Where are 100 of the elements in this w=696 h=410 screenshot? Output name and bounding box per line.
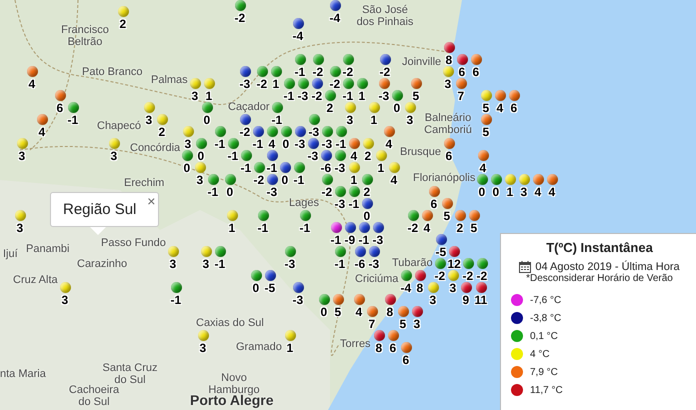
- temperature-label: -1: [214, 258, 226, 270]
- calendar-icon: [519, 261, 532, 273]
- temperature-label: -1: [170, 294, 182, 306]
- temperature-label: 6: [56, 102, 64, 114]
- legend-label: -7,6 °C: [530, 294, 562, 306]
- place-label: nta Maria: [0, 368, 46, 380]
- temperature-label: 6: [458, 66, 466, 78]
- temperature-label: -1: [258, 222, 268, 234]
- temperature-label: 3: [450, 282, 456, 294]
- temperature-label: 6: [446, 150, 452, 162]
- temperature-label: -1: [294, 66, 306, 78]
- temperature-label: 8: [376, 342, 382, 354]
- temperature-label: 1: [506, 186, 514, 198]
- temperature-label: 4: [534, 186, 542, 198]
- temperature-label: 3: [16, 222, 24, 234]
- temperature-label: 6: [430, 198, 438, 210]
- temperature-label: -2: [240, 126, 250, 138]
- temperature-label: 2: [364, 186, 370, 198]
- place-label: Criciúma: [355, 273, 398, 285]
- temperature-label: 2: [456, 222, 464, 234]
- temperature-label: 4: [424, 222, 430, 234]
- temperature-label: 0: [492, 186, 500, 198]
- temperature-label: -3: [284, 258, 296, 270]
- temperature-label: -2: [434, 270, 446, 282]
- temperature-label: -1: [330, 234, 342, 246]
- temperature-label: -9: [344, 234, 356, 246]
- place-label: Caxias do Sul: [196, 317, 264, 329]
- temperature-label: 1: [378, 162, 384, 174]
- temperature-label: -1: [68, 114, 78, 126]
- temperature-label: 3: [146, 114, 152, 126]
- temperature-label: 0: [320, 306, 328, 318]
- temperature-label: -6: [354, 258, 366, 270]
- temperature-label: 0: [394, 102, 400, 114]
- temperature-label: 11: [474, 294, 488, 306]
- temperature-label: 9: [462, 294, 470, 306]
- temperature-label: 8: [446, 54, 452, 66]
- temperature-label: -4: [400, 282, 412, 294]
- temperature-label: 2: [120, 18, 126, 30]
- temperature-label: -2: [476, 270, 488, 282]
- temperature-label: -2: [256, 78, 268, 90]
- temperature-label: -5: [436, 246, 446, 258]
- place-label: Pato Branco: [82, 66, 143, 78]
- temperature-label: 4: [386, 138, 392, 150]
- temperature-label: 0: [184, 162, 190, 174]
- temperature-label: -3: [240, 78, 250, 90]
- temperature-label: -1: [334, 258, 346, 270]
- temperature-label: -2: [462, 270, 474, 282]
- temperature-label: -2: [380, 66, 390, 78]
- temperature-label: 7: [458, 90, 464, 102]
- temperature-label: 0: [204, 114, 210, 126]
- legend-label: 7,9 °C: [530, 366, 558, 378]
- place-label: Concórdia: [130, 142, 180, 154]
- place-label: Novo Hamburgo: [208, 372, 260, 396]
- place-label: Palmas: [151, 74, 188, 86]
- legend-label: 11,7 °C: [530, 384, 563, 396]
- temperature-label: -2: [330, 78, 340, 90]
- close-button[interactable]: ×: [147, 194, 156, 208]
- place-label: Joinville: [402, 56, 442, 68]
- legend-date: 04 Agosto 2019 - Última Hora: [535, 261, 680, 273]
- temperature-label: -4: [330, 12, 340, 24]
- temperature-label: -1: [336, 138, 346, 150]
- temperature-label: -3: [298, 90, 308, 102]
- temperature-label: -2: [254, 174, 264, 186]
- place-label: Cachoeira do Sul: [68, 384, 120, 408]
- temperature-label: 7: [368, 318, 376, 330]
- temperature-label: -2: [342, 66, 354, 78]
- temperature-label: -1: [214, 138, 226, 150]
- temperature-label: 4: [356, 306, 362, 318]
- place-label: Gramado: [236, 341, 282, 353]
- temperature-label: -1: [252, 138, 264, 150]
- temperature-label: -3: [308, 126, 320, 138]
- temperature-label: 3: [406, 114, 414, 126]
- temperature-label: 8: [416, 282, 424, 294]
- temperature-label: 0: [478, 186, 486, 198]
- temperature-label: 0: [252, 282, 260, 294]
- temperature-label: -3: [368, 258, 380, 270]
- temperature-label: -1: [342, 90, 354, 102]
- temperature-label: 4: [548, 186, 556, 198]
- temperature-label: -2: [312, 90, 322, 102]
- temperature-label: 6: [390, 342, 396, 354]
- temperature-label: -3: [378, 90, 390, 102]
- temperature-label: 5: [470, 222, 478, 234]
- place-label: Cruz Alta: [13, 274, 58, 286]
- temperature-label: 6: [472, 66, 480, 78]
- temperature-label: -1: [300, 222, 310, 234]
- legend-label: 4 °C: [530, 348, 550, 360]
- temperature-label: -1: [266, 162, 278, 174]
- temperature-label: 1: [228, 222, 236, 234]
- temperature-label: -1: [208, 186, 218, 198]
- temperature-label: -1: [294, 174, 304, 186]
- temperature-label: 3: [170, 258, 176, 270]
- temperature-label: 1: [286, 342, 294, 354]
- legend-label: 0,1 °C: [530, 330, 558, 342]
- legend-note: *Desconsiderar Horário de Verão: [525, 273, 674, 284]
- temperature-label: 3: [110, 150, 118, 162]
- place-label: Lages: [289, 197, 319, 209]
- temperature-label: 4: [28, 78, 36, 90]
- temperature-label: 2: [158, 126, 166, 138]
- temperature-label: 6: [402, 354, 410, 366]
- temperature-label: 3: [414, 318, 420, 330]
